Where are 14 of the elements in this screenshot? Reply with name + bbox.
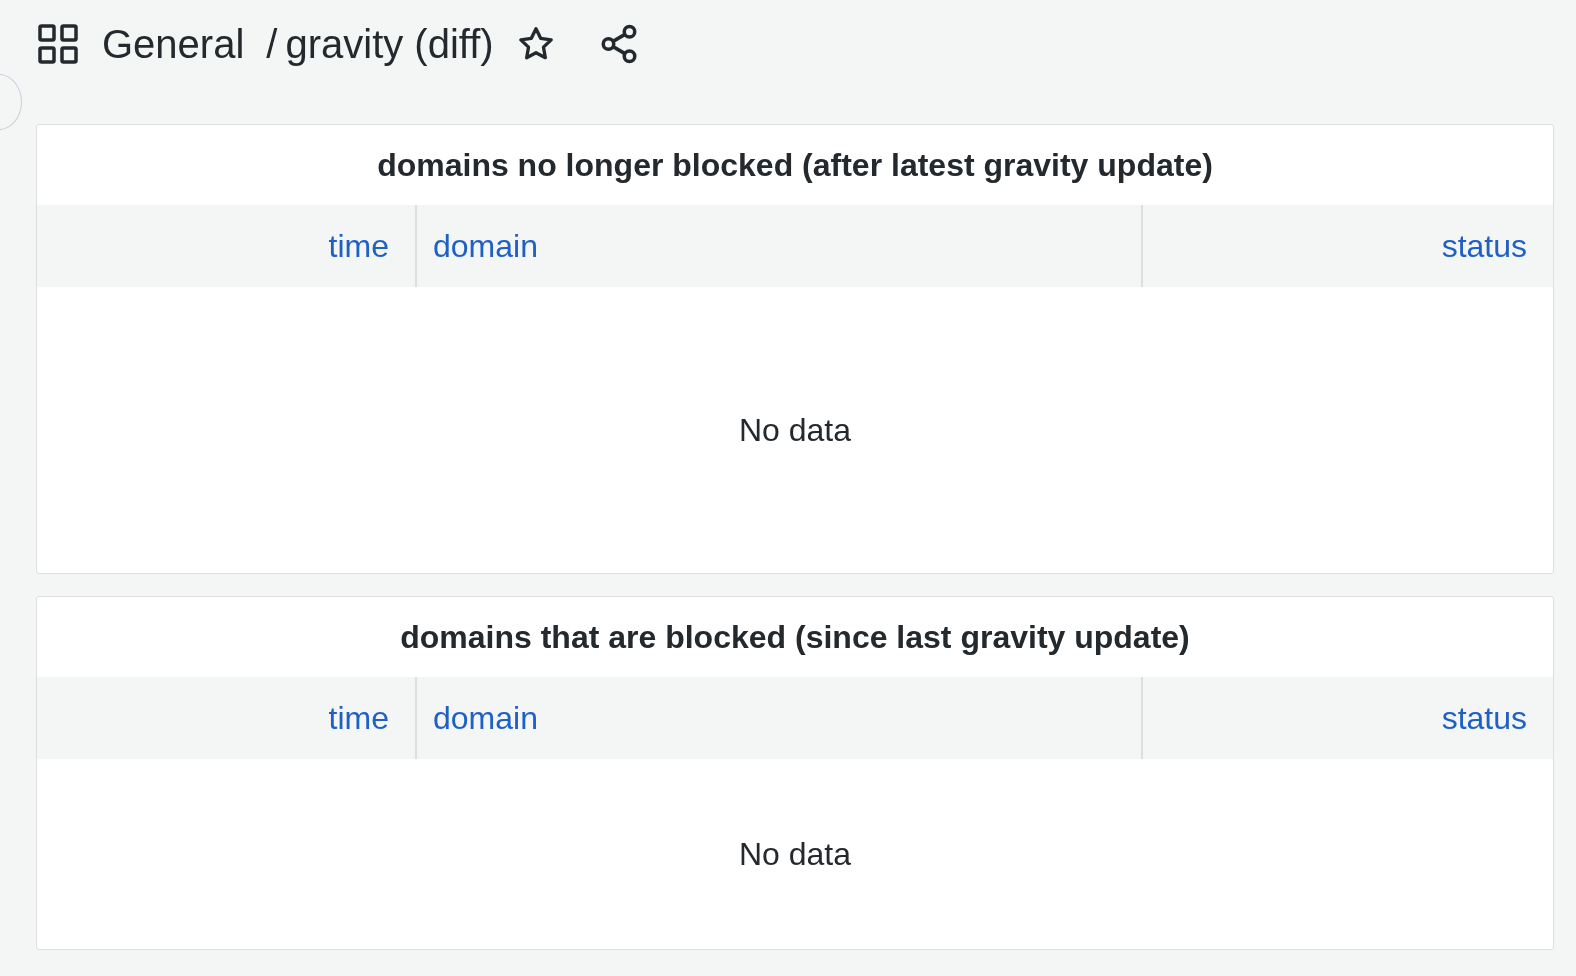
breadcrumb-separator: /	[266, 21, 278, 68]
panel-title: domains no longer blocked (after latest gravity update)	[376, 146, 1214, 185]
folder-link[interactable]: General	[102, 14, 245, 74]
panel-title: domains that are blocked (since last gravity update)	[399, 618, 1191, 657]
empty-message: No data	[738, 411, 852, 450]
column-header[interactable]: domain	[417, 677, 1143, 759]
dashboard-grid-icon	[38, 24, 78, 64]
column-header[interactable]: time	[37, 205, 417, 287]
column-header[interactable]: domain	[417, 205, 1143, 287]
column-header[interactable]: status	[1143, 677, 1553, 759]
dashboard-title: gravity (diff)	[285, 21, 494, 68]
column-header[interactable]: status	[1143, 205, 1553, 287]
column-header[interactable]: time	[37, 677, 417, 759]
empty-message: No data	[738, 835, 852, 874]
